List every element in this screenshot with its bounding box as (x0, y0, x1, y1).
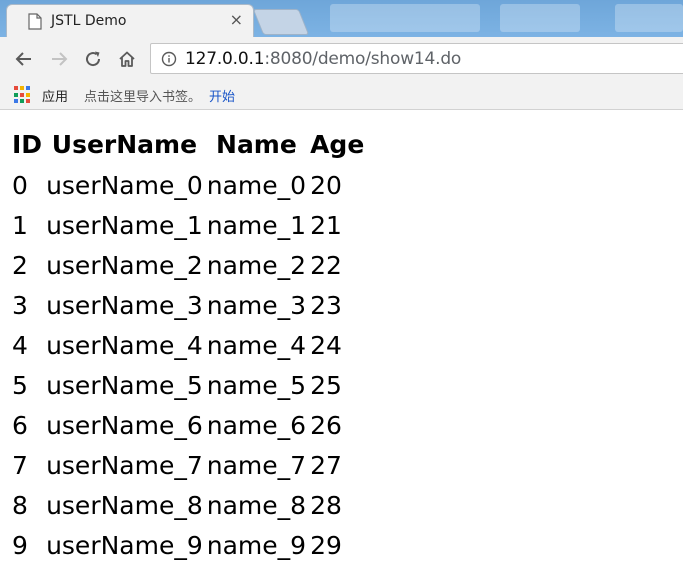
cell-name: name_9 (206, 530, 307, 560)
cell-age: 27 (310, 450, 342, 480)
cell-name: name_5 (206, 370, 307, 400)
reload-button[interactable] (81, 47, 105, 71)
cell-name: name_8 (206, 490, 307, 520)
table-row: 1 userName_1 name_1 21 (11, 205, 365, 245)
cell-username: userName_7 (46, 450, 203, 480)
home-icon (119, 51, 135, 67)
cell-age: 20 (310, 170, 342, 200)
cell-id: 1 (12, 210, 28, 240)
cell-name: name_7 (206, 450, 307, 480)
cell-id: 5 (12, 370, 28, 400)
cell-id: 6 (12, 410, 28, 440)
table-row: 6 userName_6 name_6 26 (11, 405, 365, 445)
cell-username: userName_4 (46, 330, 203, 360)
cell-id: 2 (12, 250, 28, 280)
browser-toolbar: 127.0.0.1:8080/demo/show14.do (0, 37, 683, 81)
url-text: 127.0.0.1:8080/demo/show14.do (185, 49, 461, 69)
cell-id: 8 (12, 490, 28, 520)
new-tab-button[interactable] (252, 9, 310, 35)
info-icon[interactable] (161, 51, 177, 67)
column-header-age: Age (310, 129, 365, 159)
background-window-blur (330, 4, 480, 32)
cell-age: 24 (310, 330, 342, 360)
background-window-blur (500, 4, 580, 32)
bookmark-import-hint: 点击这里导入书签。 (84, 89, 202, 105)
cell-name: name_2 (206, 250, 307, 280)
column-header-name: Name (216, 129, 297, 159)
cell-id: 9 (12, 530, 28, 560)
users-table: ID UserName Name Age 0 userName_0 name_0… (9, 123, 367, 565)
cell-username: userName_0 (46, 170, 203, 200)
cell-id: 4 (12, 330, 28, 360)
table-row: 7 userName_7 name_7 27 (11, 445, 365, 485)
table-row: 2 userName_2 name_2 22 (11, 245, 365, 285)
cell-name: name_0 (206, 170, 307, 200)
cell-age: 29 (310, 530, 342, 560)
cell-age: 22 (310, 250, 342, 280)
table-row: 3 userName_3 name_3 23 (11, 285, 365, 325)
cell-name: name_4 (206, 330, 307, 360)
page-icon (28, 12, 42, 30)
address-bar[interactable]: 127.0.0.1:8080/demo/show14.do (150, 43, 683, 74)
tab-title: JSTL Demo (51, 13, 127, 29)
background-window-blur (615, 4, 683, 32)
cell-id: 3 (12, 290, 28, 320)
table-header-row: ID UserName Name Age (11, 123, 365, 165)
cell-name: name_1 (206, 210, 307, 240)
back-button[interactable] (12, 47, 36, 71)
cell-username: userName_1 (46, 210, 203, 240)
url-host: 127.0.0.1 (185, 48, 265, 69)
forward-button[interactable] (47, 47, 71, 71)
cell-age: 23 (310, 290, 342, 320)
column-header-id: ID (12, 129, 43, 159)
browser-titlebar: JSTL Demo × (0, 0, 683, 37)
table-row: 5 userName_5 name_5 25 (11, 365, 365, 405)
browser-tab[interactable]: JSTL Demo × (6, 4, 254, 37)
reload-icon (86, 51, 101, 67)
table-row: 8 userName_8 name_8 28 (11, 485, 365, 525)
cell-username: userName_2 (46, 250, 203, 280)
bookmarks-bar: 应用 点击这里导入书签。 开始 (0, 81, 683, 110)
bookmark-start-link[interactable]: 开始 (209, 86, 235, 105)
cell-age: 25 (310, 370, 342, 400)
cell-name: name_6 (206, 410, 307, 440)
table-row: 0 userName_0 name_0 20 (11, 165, 365, 205)
cell-name: name_3 (206, 290, 307, 320)
cell-id: 7 (12, 450, 28, 480)
table-row: 9 userName_9 name_9 29 (11, 525, 365, 565)
cell-age: 26 (310, 410, 342, 440)
table-row: 4 userName_4 name_4 24 (11, 325, 365, 365)
cell-age: 28 (310, 490, 342, 520)
column-header-username: UserName (51, 129, 198, 159)
cell-username: userName_5 (46, 370, 203, 400)
home-button[interactable] (115, 47, 139, 71)
apps-grid-icon[interactable] (14, 86, 32, 104)
tab-close-icon[interactable]: × (230, 12, 243, 28)
url-path: :8080/demo/show14.do (264, 48, 462, 69)
cell-username: userName_6 (46, 410, 203, 440)
cell-username: userName_9 (46, 530, 203, 560)
back-arrow-icon (15, 52, 31, 66)
cell-age: 21 (310, 210, 342, 240)
cell-username: userName_3 (46, 290, 203, 320)
forward-arrow-icon (52, 52, 68, 66)
bookmark-apps[interactable]: 应用 (42, 86, 68, 105)
cell-username: userName_8 (46, 490, 203, 520)
cell-id: 0 (12, 170, 28, 200)
